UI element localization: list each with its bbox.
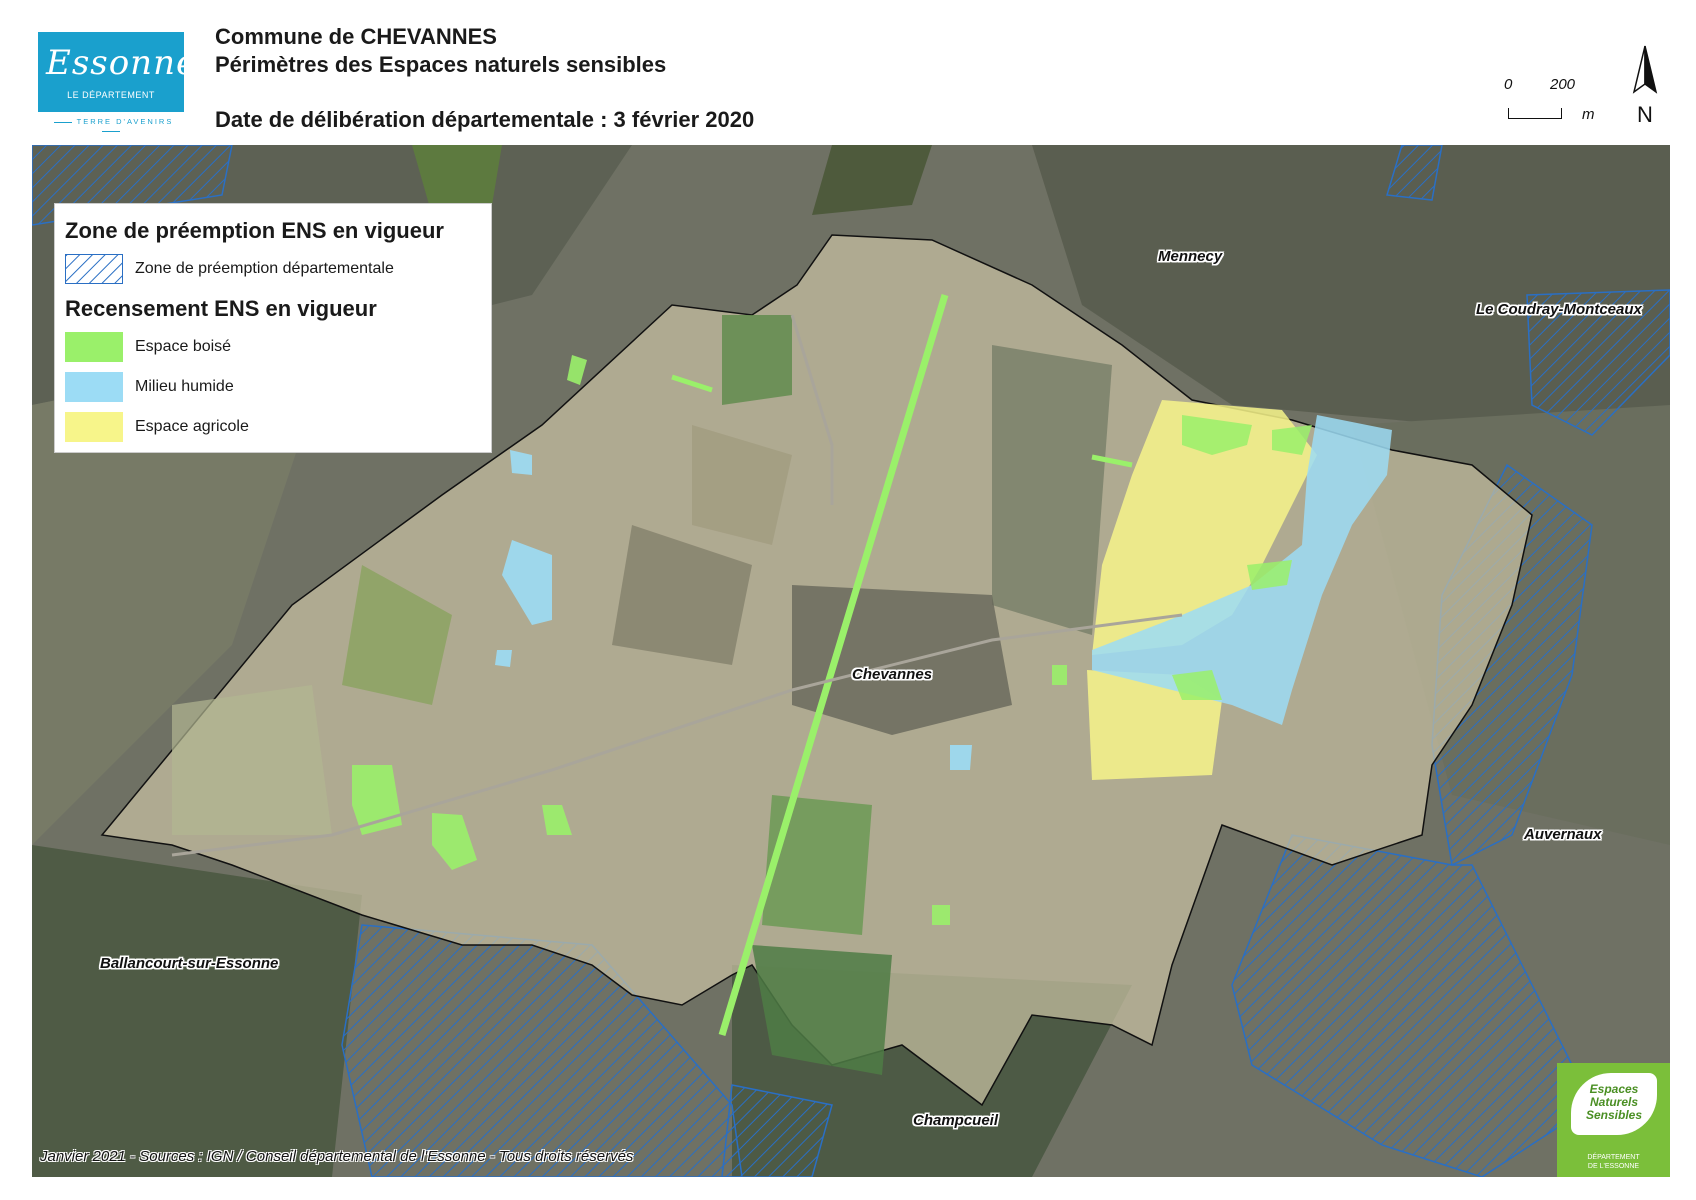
essonne-logo-dept: LE DÉPARTEMENT bbox=[67, 90, 155, 100]
place-label-coudray: Le Coudray-Montceaux bbox=[1476, 301, 1642, 318]
scale-bar-line bbox=[1508, 108, 1562, 119]
scale-max-label: 200 bbox=[1550, 76, 1576, 93]
ens-logo-dept: DÉPARTEMENT DE L'ESSONNE bbox=[1557, 1153, 1670, 1171]
ens-logo-dept1: DÉPARTEMENT bbox=[1587, 1154, 1640, 1161]
legend-label-espace-agricole: Espace agricole bbox=[135, 418, 249, 435]
ens-logo-line2: Naturels bbox=[1589, 1095, 1639, 1109]
essonne-logo: Essonne LE DÉPARTEMENT TERRE D'AVENIRS bbox=[38, 32, 198, 135]
essonne-logo-tagline: TERRE D'AVENIRS bbox=[38, 117, 184, 135]
place-label-ballancourt: Ballancourt-sur-Essonne bbox=[100, 955, 279, 972]
ens-logo-dept2: DE L'ESSONNE bbox=[1587, 1163, 1640, 1170]
map-legend: Zone de préemption ENS en vigueur Zone d… bbox=[54, 203, 492, 453]
espace-boise-zone bbox=[932, 905, 950, 925]
legend-swatch-espace-boise bbox=[65, 332, 123, 362]
legend-heading-recensement: Recensement ENS en vigueur bbox=[65, 296, 377, 321]
place-label-auvernaux: Auvernaux bbox=[1524, 826, 1602, 843]
espace-boise-zone bbox=[1052, 665, 1067, 685]
place-label-chevannes: Chevannes bbox=[852, 666, 933, 683]
ens-logo-line1: Espaces bbox=[1589, 1082, 1639, 1096]
legend-label-espace-boise: Espace boisé bbox=[135, 338, 232, 355]
place-label-mennecy: Mennecy bbox=[1158, 248, 1223, 265]
map-credits: Janvier 2021 - Sources : IGN / Conseil d… bbox=[40, 1148, 634, 1165]
village-urban-area bbox=[792, 585, 1012, 735]
north-arrow-icon: N bbox=[1620, 44, 1670, 129]
golf-course bbox=[992, 345, 1112, 635]
map-title-perimeters: Périmètres des Espaces naturels sensible… bbox=[215, 52, 667, 77]
legend-label-preemption: Zone de préemption départementale bbox=[135, 260, 394, 277]
field-parcel bbox=[762, 795, 872, 935]
legend-swatch-milieu-humide bbox=[65, 372, 123, 402]
scale-min-label: 0 bbox=[1504, 76, 1513, 93]
ens-logo: Espaces Naturels Sensibles DÉPARTEMENT D… bbox=[1557, 1063, 1670, 1177]
scale-unit-label: m bbox=[1582, 106, 1595, 123]
field-parcel bbox=[172, 685, 332, 835]
map-title-commune: Commune de CHEVANNES bbox=[215, 24, 497, 49]
essonne-logo-script: Essonne bbox=[46, 43, 198, 83]
milieu-humide-zone bbox=[495, 650, 512, 667]
place-label-champcueil: Champcueil bbox=[913, 1112, 999, 1129]
milieu-humide-zone bbox=[950, 745, 972, 770]
ens-logo-line3: Sensibles bbox=[1585, 1108, 1643, 1122]
north-label: N bbox=[1637, 102, 1653, 127]
legend-label-milieu-humide: Milieu humide bbox=[135, 378, 234, 395]
field-parcel bbox=[722, 315, 792, 405]
ens-logo-text: Espaces Naturels Sensibles bbox=[1575, 1083, 1653, 1122]
legend-heading-preemption: Zone de préemption ENS en vigueur bbox=[65, 218, 444, 243]
map-deliberation-date: Date de délibération départementale : 3 … bbox=[215, 107, 755, 132]
scale-bar: 0 200 m bbox=[1500, 76, 1610, 126]
legend-swatch-preemption bbox=[65, 254, 123, 284]
legend-swatch-espace-agricole bbox=[65, 412, 123, 442]
